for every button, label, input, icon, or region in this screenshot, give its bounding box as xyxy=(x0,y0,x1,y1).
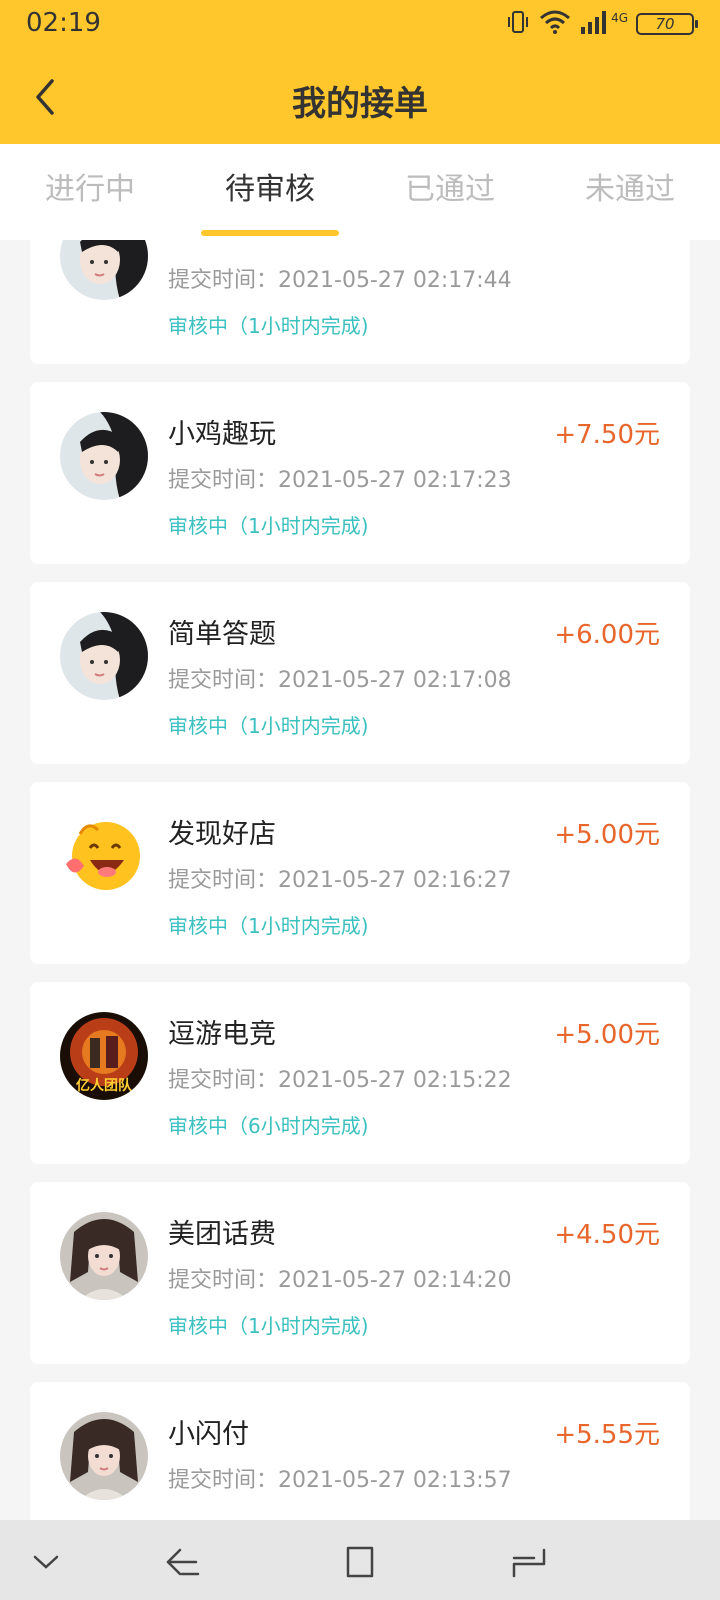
back-icon xyxy=(166,1548,200,1576)
order-card[interactable]: 简单答题 +6.00元 提交时间：2021-05-27 02:17:08 审核中… xyxy=(30,582,690,764)
task-name: 发现好店 xyxy=(168,819,276,850)
chevron-down-icon xyxy=(33,1555,59,1569)
network-type: 4G xyxy=(611,11,628,25)
avatar xyxy=(60,1212,148,1300)
submit-time: 提交时间：2021-05-27 02:14:20 xyxy=(168,1262,512,1294)
order-card[interactable]: 亿人团队 逗游电竞 +5.00元 提交时间：2021-05-27 02:15:2… xyxy=(30,982,690,1164)
avatar-team-text: 亿人团队 xyxy=(76,1077,133,1094)
signal-icon xyxy=(579,9,609,39)
tab-approved[interactable]: 已通过 xyxy=(360,144,540,240)
submit-time: 提交时间：2021-05-27 02:15:22 xyxy=(168,1062,512,1094)
submit-time: 提交时间：2021-05-27 02:17:23 xyxy=(168,462,512,494)
reward-amount: +4.50元 xyxy=(554,1220,660,1250)
order-card[interactable]: 小闪付 +5.55元 提交时间：2021-05-27 02:13:57 xyxy=(30,1382,690,1520)
avatar xyxy=(60,240,148,300)
reward-amount: +5.55元 xyxy=(554,1420,660,1450)
submit-time-value: 2021-05-27 02:17:23 xyxy=(278,468,512,493)
system-back-button[interactable] xyxy=(160,1540,204,1584)
reward-amount: +5.00元 xyxy=(554,820,660,850)
order-card[interactable]: 小鸡趣玩 +7.50元 提交时间：2021-05-27 02:17:23 审核中… xyxy=(30,382,690,564)
submit-time-value: 2021-05-27 02:16:27 xyxy=(278,868,512,893)
submit-time-value: 2021-05-27 02:17:08 xyxy=(278,668,512,693)
status-icons: 4G 70 xyxy=(505,9,698,39)
submit-label: 提交时间： xyxy=(168,1268,279,1293)
review-status: 审核中（1小时内完成) xyxy=(168,514,369,538)
submit-time-value: 2021-05-27 02:13:57 xyxy=(278,1468,512,1493)
system-recents-button[interactable] xyxy=(508,1540,552,1584)
review-status: 审核中（1小时内完成) xyxy=(168,314,369,338)
submit-label: 提交时间： xyxy=(168,868,279,893)
review-status: 审核中（1小时内完成) xyxy=(168,1314,369,1338)
tab-rejected[interactable]: 未通过 xyxy=(540,144,720,240)
submit-time-value: 2021-05-27 02:15:22 xyxy=(278,1068,512,1093)
submit-time: 提交时间：2021-05-27 02:17:44 xyxy=(168,262,512,294)
app-header: 02:19 4G 70 我的接单 xyxy=(0,0,720,144)
task-name: 简单答题 xyxy=(168,619,276,650)
hide-keyboard-button[interactable] xyxy=(24,1540,68,1584)
reward-amount: +7.50元 xyxy=(554,420,660,450)
task-name: 小鸡趣玩 xyxy=(168,419,276,450)
review-status: 审核中（1小时内完成) xyxy=(168,914,369,938)
submit-label: 提交时间： xyxy=(168,468,279,493)
recents-icon xyxy=(512,1548,546,1578)
submit-label: 提交时间： xyxy=(168,1068,279,1093)
submit-label: 提交时间： xyxy=(168,1468,279,1493)
submit-time: 提交时间：2021-05-27 02:16:27 xyxy=(168,862,512,894)
review-status: 审核中（6小时内完成) xyxy=(168,1114,369,1138)
status-time: 02:19 xyxy=(26,8,101,38)
submit-time-value: 2021-05-27 02:17:44 xyxy=(278,268,512,293)
submit-label: 提交时间： xyxy=(168,668,279,693)
nav-bar: 我的接单 xyxy=(0,50,720,144)
system-home-button[interactable] xyxy=(338,1540,382,1584)
avatar xyxy=(60,812,148,900)
task-name: 小闪付 xyxy=(168,1419,249,1450)
avatar xyxy=(60,612,148,700)
submit-time: 提交时间：2021-05-27 02:13:57 xyxy=(168,1462,512,1494)
page-title: 我的接单 xyxy=(292,84,428,124)
task-name: 逗游电竞 xyxy=(168,1019,276,1050)
order-card[interactable]: 美团话费 +4.50元 提交时间：2021-05-27 02:14:20 审核中… xyxy=(30,1182,690,1364)
vibrate-icon xyxy=(505,9,531,39)
system-nav-bar xyxy=(0,1520,720,1600)
review-status: 审核中（1小时内完成) xyxy=(168,714,369,738)
home-icon xyxy=(346,1546,374,1578)
tab-in-progress[interactable]: 进行中 xyxy=(0,144,180,240)
order-tabs: 进行中 待审核 已通过 未通过 xyxy=(0,144,720,240)
wifi-icon xyxy=(539,9,571,39)
avatar xyxy=(60,412,148,500)
battery-icon: 70 xyxy=(636,13,698,35)
submit-time-value: 2021-05-27 02:14:20 xyxy=(278,1268,512,1293)
submit-label: 提交时间： xyxy=(168,268,279,293)
reward-amount: +6.00元 xyxy=(554,620,660,650)
tab-pending-review[interactable]: 待审核 xyxy=(180,144,360,240)
order-card[interactable]: 发现好店 +5.00元 提交时间：2021-05-27 02:16:27 审核中… xyxy=(30,782,690,964)
task-name: 美团话费 xyxy=(168,1219,276,1250)
status-bar: 02:19 4G 70 xyxy=(0,0,720,50)
order-card[interactable]: 提交时间：2021-05-27 02:17:44 审核中（1小时内完成) xyxy=(30,240,690,364)
avatar xyxy=(60,1412,148,1500)
avatar: 亿人团队 xyxy=(60,1012,148,1100)
order-list[interactable]: 提交时间：2021-05-27 02:17:44 审核中（1小时内完成) 小鸡趣… xyxy=(0,240,720,1520)
submit-time: 提交时间：2021-05-27 02:17:08 xyxy=(168,662,512,694)
reward-amount: +5.00元 xyxy=(554,1020,660,1050)
